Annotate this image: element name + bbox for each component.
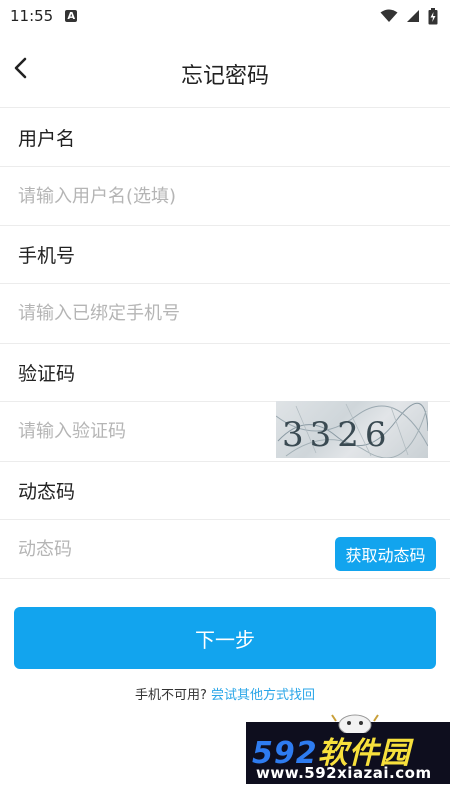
alt-recovery-link[interactable]: 尝试其他方式找回 <box>211 688 315 703</box>
signal-icon <box>407 10 419 22</box>
notification-a-icon: A <box>65 10 78 22</box>
status-right <box>380 7 438 25</box>
status-time: 11:55 <box>10 7 54 25</box>
alt-recovery-prefix: 手机不可用? <box>134 688 207 703</box>
captcha-noise: 3326 <box>276 402 428 458</box>
page-title: 忘记密码 <box>180 64 269 89</box>
captcha-label: 验证码 <box>18 363 76 385</box>
status-bar: 11:55 A <box>0 0 450 32</box>
status-left: 11:55 A <box>10 7 78 25</box>
otp-label-row: 动态码 <box>0 462 450 520</box>
app-header: 忘记密码 <box>0 32 450 108</box>
captcha-text: 3326 <box>282 415 393 455</box>
battery-charging-icon <box>428 7 438 24</box>
otp-input[interactable] <box>18 538 268 560</box>
phone-input[interactable] <box>18 303 268 324</box>
next-step-button[interactable]: 下一步 <box>14 607 436 669</box>
phone-label: 手机号 <box>18 245 76 267</box>
watermark-url: www.592xiazai.com <box>256 764 432 782</box>
username-label: 用户名 <box>18 127 76 150</box>
otp-label: 动态码 <box>18 481 76 503</box>
captcha-input[interactable] <box>18 421 268 442</box>
phone-input-row <box>0 284 450 344</box>
captcha-label-row: 验证码 <box>0 344 450 402</box>
alt-recovery-line: 手机不可用? 尝试其他方式找回 <box>0 684 450 703</box>
username-input[interactable] <box>18 185 268 207</box>
username-input-row <box>0 167 450 226</box>
phone-label-row: 手机号 <box>0 226 450 284</box>
get-otp-button[interactable]: 获取动态码 <box>335 537 436 571</box>
username-label-row: 用户名 <box>0 108 450 167</box>
captcha-image[interactable]: 3326 <box>276 401 428 458</box>
wifi-icon <box>380 9 398 22</box>
